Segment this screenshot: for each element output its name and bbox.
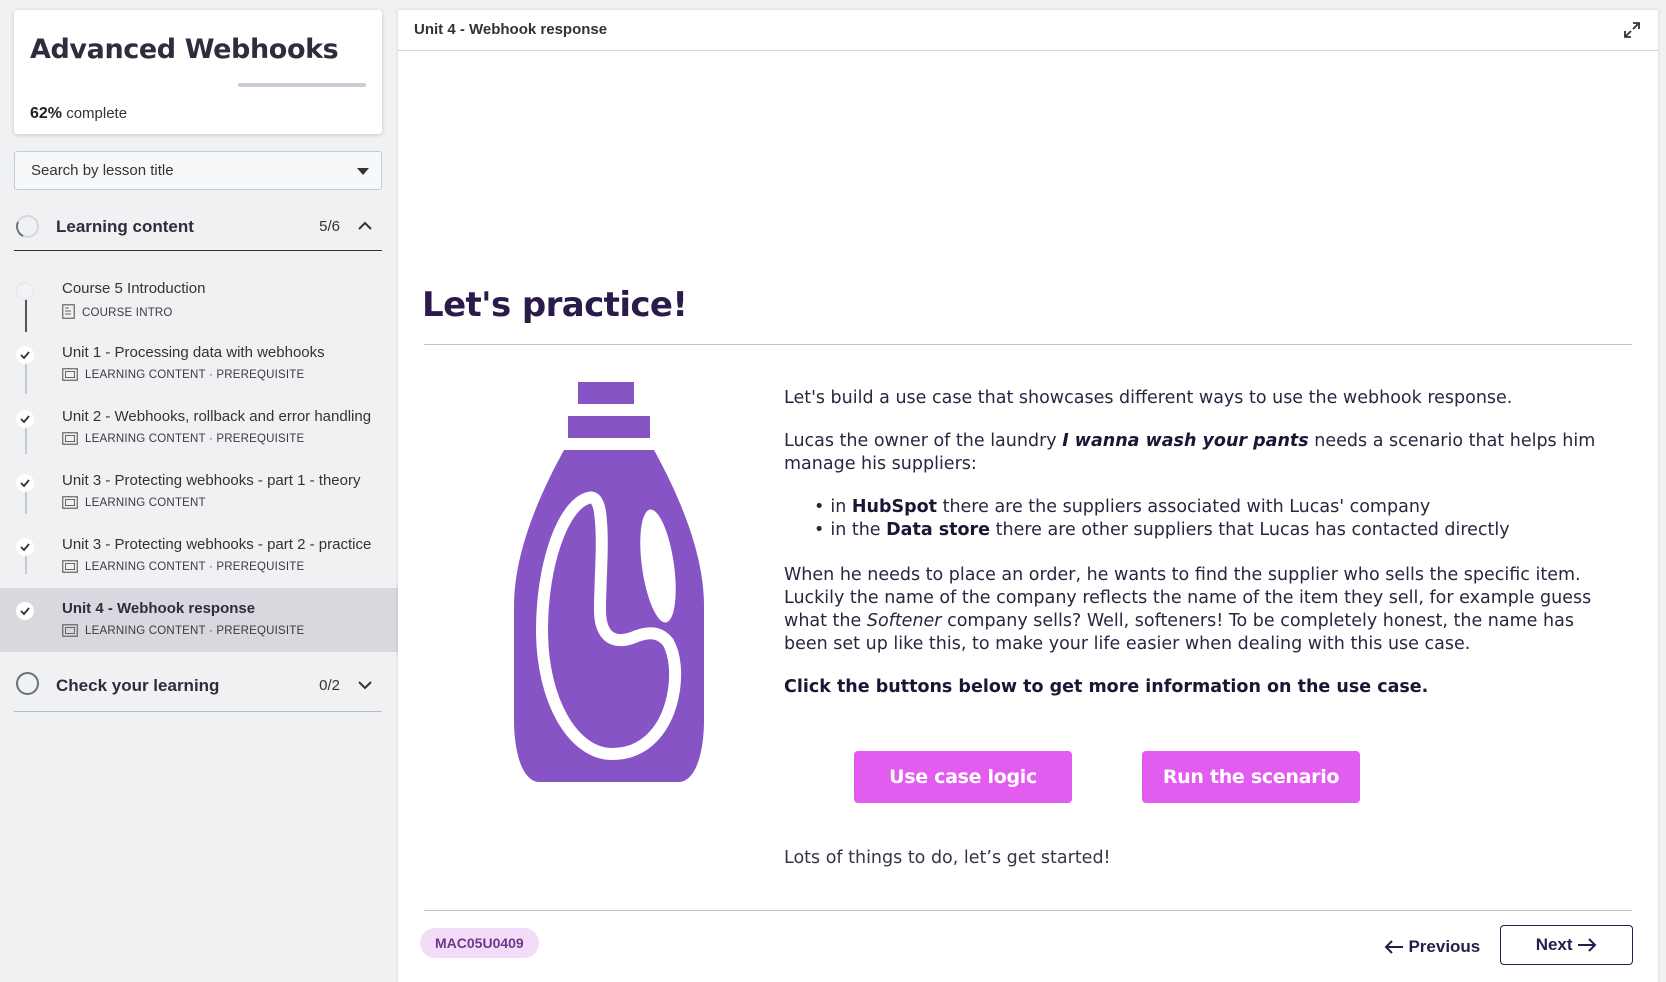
course-title: Advanced Webhooks [30,34,339,65]
check-icon [20,351,30,360]
section-label: Learning content [56,217,194,236]
search-placeholder: Search by lesson title [31,162,174,179]
lesson-search-select[interactable]: Search by lesson title [14,151,382,190]
list-item: in the Data store there are other suppli… [814,519,1614,542]
data-store-label: Data store [886,520,991,540]
caret-down-icon [357,168,369,175]
check-icon [20,415,30,424]
course-progress-card: Advanced Webhooks 62% complete [14,10,382,134]
lesson-meta: LEARNING CONTENT · PREREQUISITE [62,560,304,573]
lesson-meta: LEARNING CONTENT · PREREQUISITE [62,624,304,637]
lesson-status-dot [16,474,34,492]
lesson-meta-text: LEARNING CONTENT [85,497,206,509]
lesson-meta-text: COURSE INTRO [82,307,173,319]
text: there are other suppliers that Lucas has… [990,520,1510,540]
progress-percent: 62% [30,105,63,122]
lesson-title: Unit 3 - Protecting webhooks - part 2 - … [62,536,372,553]
section-check-your-learning[interactable]: Check your learning 0/2 [14,660,382,712]
laundry-name: I wanna wash your pants [1062,431,1309,451]
progress-suffix: complete [66,105,128,122]
check-icon [20,479,30,488]
divider [424,344,1632,345]
progress-ring-icon [16,672,39,695]
progress-text: 62% complete [30,105,127,123]
lesson-status-dot [16,602,34,620]
page-title: Let's practice! [422,285,688,325]
check-icon [20,543,30,552]
lesson-code-badge: MAC05U0409 [420,928,539,958]
text: in the [830,520,887,540]
progress-bar [238,83,366,87]
lesson-meta-text: LEARNING CONTENT · PREREQUISITE [85,561,305,573]
chevron-down-icon[interactable] [356,676,374,694]
next-label: Next [1535,935,1573,954]
slides-icon [62,560,78,573]
lesson-body: Let's build a use case that showcases di… [784,387,1614,699]
progress-bar-fill [238,83,318,87]
progress-ring-icon [12,211,43,242]
call-to-action: Click the buttons below to get more info… [784,677,1429,697]
section-count: 5/6 [319,218,340,235]
lesson-title: Unit 3 - Protecting webhooks - part 1 - … [62,472,361,489]
section-learning-content[interactable]: Learning content 5/6 [12,203,382,251]
lesson-title: Course 5 Introduction [62,280,206,297]
scenario-paragraph: Lucas the owner of the laundry I wanna w… [784,430,1614,476]
closing-text: Lots of things to do, let’s get started! [784,848,1111,868]
arrow-left-icon [1384,940,1403,954]
lesson-meta: LEARNING CONTENT [62,496,206,509]
lesson-header-title: Unit 4 - Webhook response [414,21,608,38]
lesson-meta: COURSE INTRO [62,304,173,319]
chevron-up-icon[interactable] [356,217,374,235]
list-item: in HubSpot there are the suppliers assoc… [814,496,1614,519]
detergent-bottle-icon [514,382,704,782]
previous-button[interactable]: Previous [1364,928,1500,966]
previous-label: Previous [1408,937,1481,956]
intro-paragraph: Let's build a use case that showcases di… [784,388,1513,408]
lesson-item[interactable]: Unit 3 - Protecting webhooks - part 1 - … [0,460,398,524]
lesson-status-dot [16,346,34,364]
check-icon [20,607,30,616]
slides-icon [62,368,78,381]
lesson-content-panel: Unit 4 - Webhook response Let's practice… [398,10,1658,982]
lesson-meta-text: LEARNING CONTENT · PREREQUISITE [85,625,305,637]
lesson-status-dot [16,538,34,556]
lesson-meta: LEARNING CONTENT · PREREQUISITE [62,432,304,445]
use-case-logic-button[interactable]: Use case logic [854,751,1072,803]
order-paragraph: When he needs to place an order, he want… [784,564,1614,656]
lesson-meta: LEARNING CONTENT · PREREQUISITE [62,368,304,381]
lesson-header: Unit 4 - Webhook response [398,10,1658,51]
lesson-meta-text: LEARNING CONTENT · PREREQUISITE [85,433,305,445]
lesson-title: Unit 2 - Webhooks, rollback and error ha… [62,408,372,425]
run-scenario-button[interactable]: Run the scenario [1142,751,1360,803]
lesson-status-dot [16,410,34,428]
arrow-right-icon [1578,938,1597,952]
expand-icon[interactable] [1622,20,1642,40]
section-count: 0/2 [319,677,340,694]
lesson-item-active[interactable]: Unit 4 - Webhook response LEARNING CONTE… [0,588,398,652]
lesson-title: Unit 4 - Webhook response [62,600,256,617]
lesson-meta-text: LEARNING CONTENT · PREREQUISITE [85,369,305,381]
section-label: Check your learning [56,676,220,695]
lesson-status-dot [16,282,34,300]
text: in [830,497,852,517]
lesson-item[interactable]: Unit 1 - Processing data with webhooks L… [0,332,398,396]
text: there are the suppliers associated with … [937,497,1431,517]
next-button[interactable]: Next [1500,925,1633,965]
softener-name: Softener [866,611,942,631]
hubspot-label: HubSpot [851,497,938,517]
slides-icon [62,624,78,637]
slides-icon [62,432,78,445]
slides-icon [62,496,78,509]
text: Lucas the owner of the laundry [784,431,1063,451]
divider [424,910,1632,911]
lesson-title: Unit 1 - Processing data with webhooks [62,344,325,361]
lesson-item[interactable]: Unit 2 - Webhooks, rollback and error ha… [0,396,398,460]
lesson-item[interactable]: Unit 3 - Protecting webhooks - part 2 - … [0,524,398,588]
lesson-item[interactable]: Course 5 Introduction COURSE INTRO [0,268,398,332]
document-icon [62,304,75,319]
supplier-list: in HubSpot there are the suppliers assoc… [814,496,1614,542]
